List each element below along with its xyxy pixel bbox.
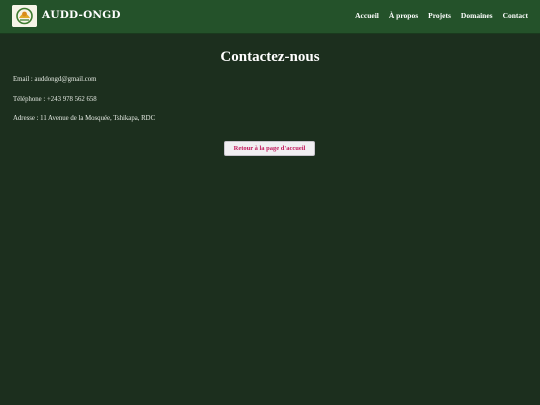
nav-item-contact[interactable]: Contact xyxy=(503,11,528,20)
nav-item-a-propos[interactable]: À propos xyxy=(389,11,418,20)
email-line: Email : auddongd@gmail.com xyxy=(13,76,97,83)
brand-name[interactable]: AUDD-ONGD xyxy=(42,9,121,21)
main-nav: Accueil À propos Projets Domaines Contac… xyxy=(355,11,528,20)
nav-item-accueil[interactable]: Accueil xyxy=(355,11,379,20)
nav-item-projets[interactable]: Projets xyxy=(428,11,451,20)
organization-logo-icon[interactable] xyxy=(12,5,37,27)
back-home-button[interactable]: Retour à la page d'accueil xyxy=(224,141,315,156)
address-line: Adresse : 11 Avenue de la Mosquée, Tshik… xyxy=(13,115,156,122)
site-header: AUDD-ONGD Accueil À propos Projets Domai… xyxy=(0,0,540,34)
phone-line: Téléphone : +243 978 562 658 xyxy=(13,96,97,103)
page-title: Contactez-nous xyxy=(220,49,320,65)
nav-item-domaines[interactable]: Domaines xyxy=(461,11,493,20)
